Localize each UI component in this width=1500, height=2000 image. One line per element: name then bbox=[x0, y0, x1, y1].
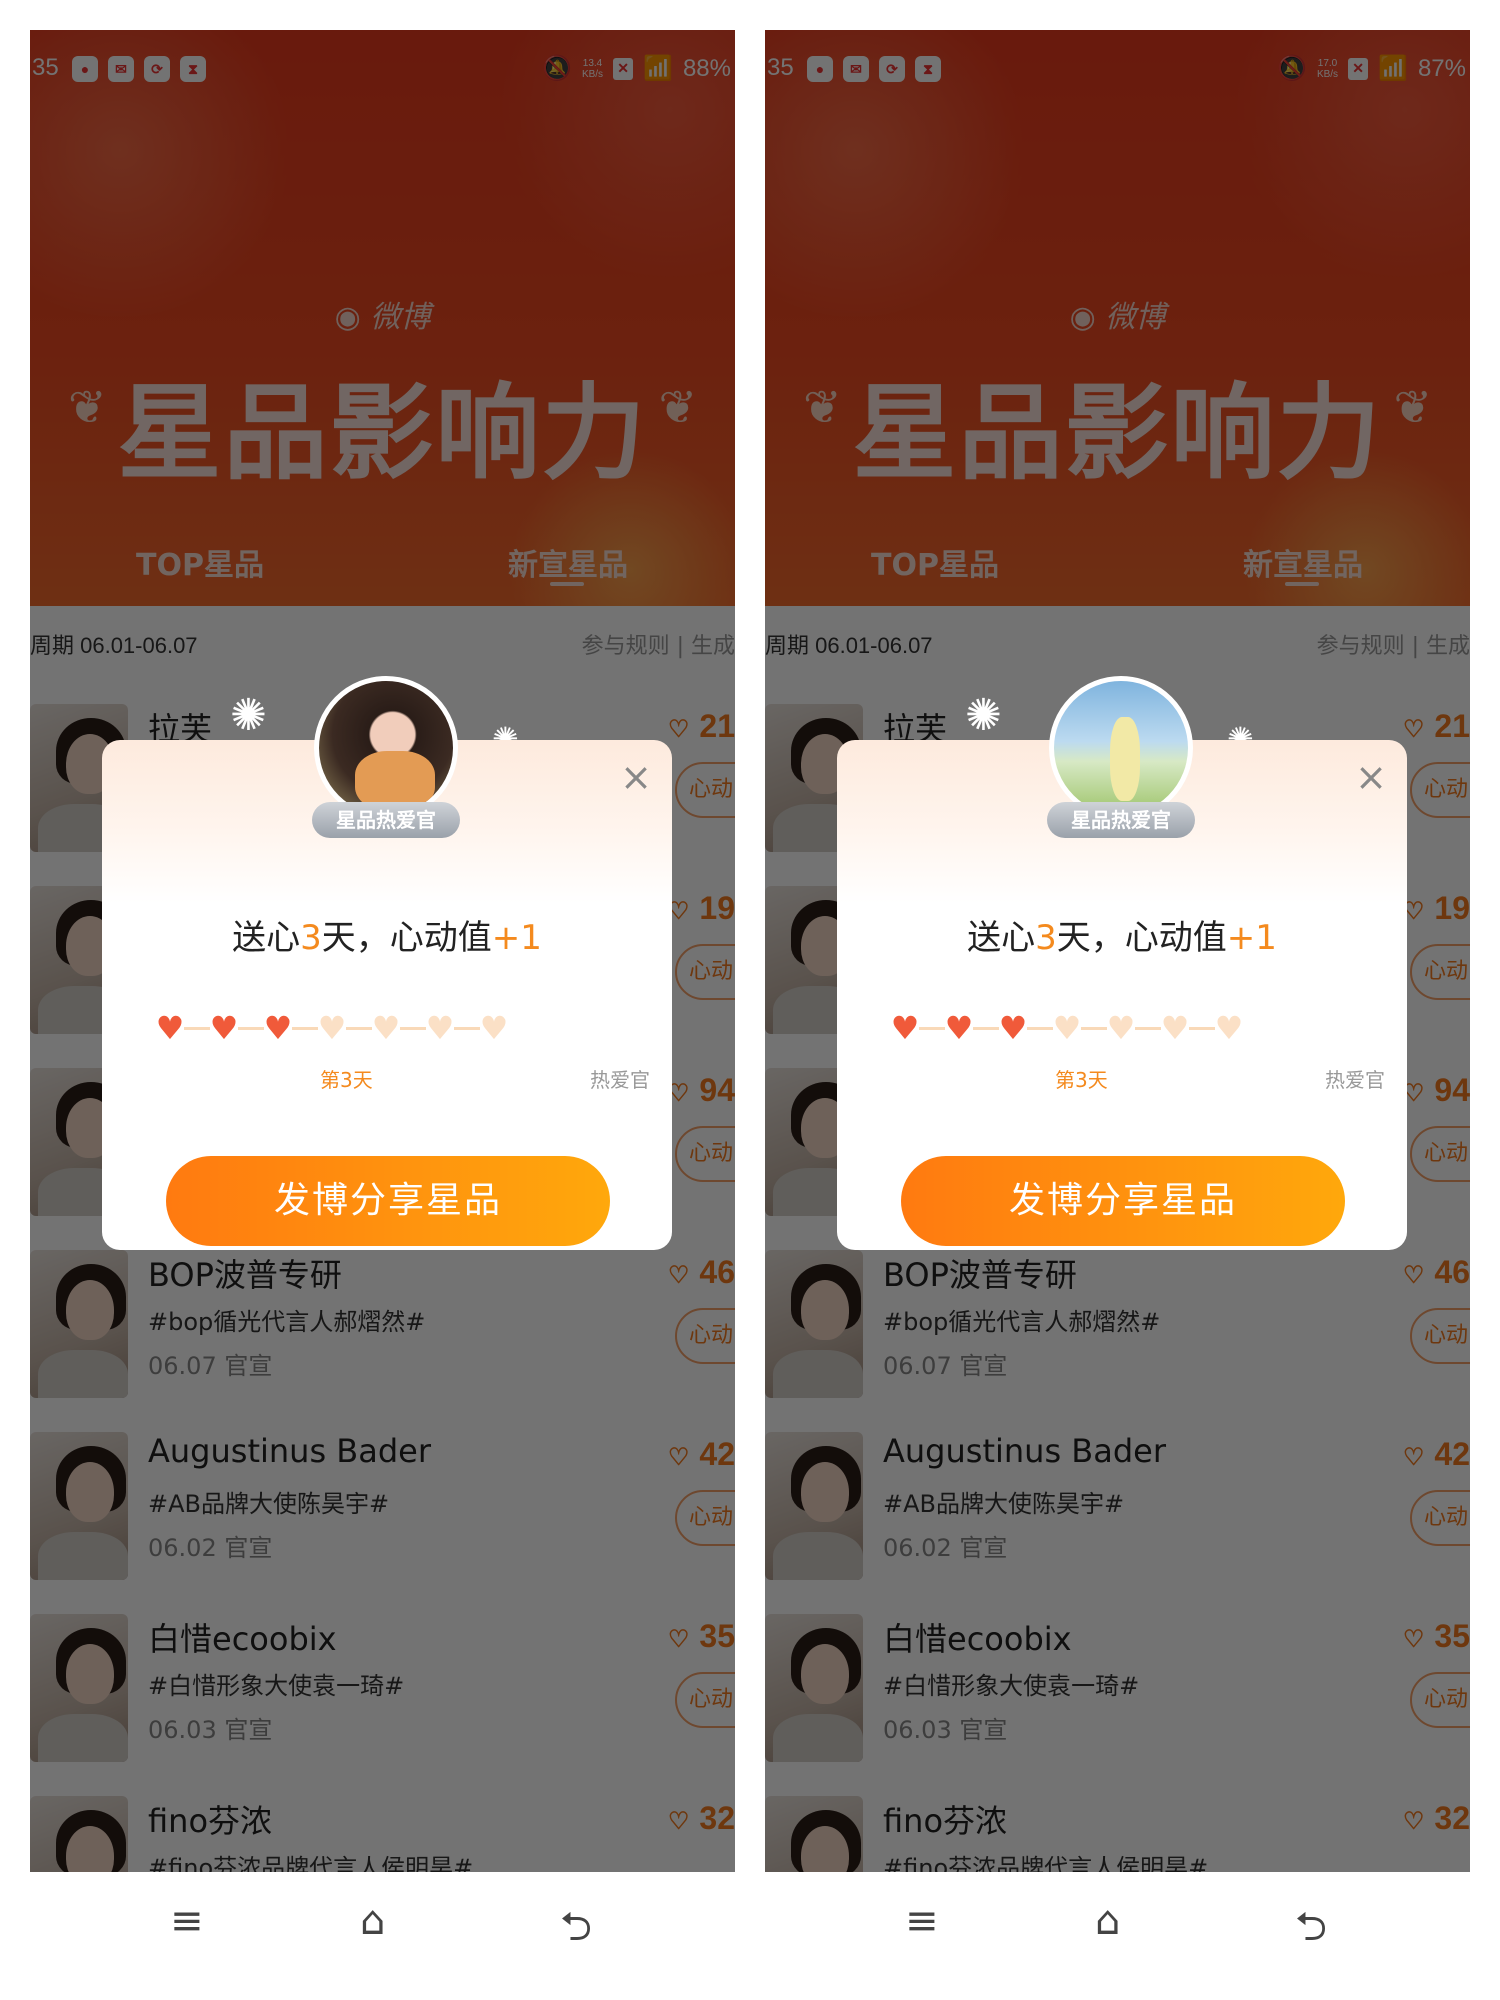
heart-icon: ♥ bbox=[998, 1009, 1028, 1047]
progress-day-label: 第3天 bbox=[320, 1068, 373, 1092]
headline-days: 3 bbox=[1035, 918, 1057, 958]
modal-headline: 送心3天，心动值+1 bbox=[837, 910, 1407, 959]
app-screen: 35 ● ✉ ⟳ ⧗ 🔕 17.0 KB/s ✕ 📶 87% ◉ 微博 ❦ 星品… bbox=[765, 30, 1470, 1872]
close-icon[interactable]: × bbox=[1355, 758, 1387, 796]
headline-middle: 天，心动值 bbox=[1056, 918, 1227, 958]
home-icon[interactable]: ⌂ bbox=[360, 1898, 385, 1944]
modal-headline: 送心3天，心动值+1 bbox=[102, 910, 672, 959]
headline-middle: 天，心动值 bbox=[321, 918, 492, 958]
app-screen: 35 ● ✉ ⟳ ⧗ 🔕 13.4 KB/s ✕ 📶 88% ◉ 微博 ❦ 星品… bbox=[30, 30, 735, 1872]
status-badge: 星品热爱官 bbox=[312, 802, 460, 838]
heart-icon: ♥ bbox=[209, 1009, 239, 1047]
headline-bonus: +1 bbox=[1226, 918, 1277, 958]
progress-end-label: 热爱官 bbox=[1325, 1068, 1385, 1092]
close-icon[interactable]: × bbox=[620, 758, 652, 796]
progress-end-label: 热爱官 bbox=[590, 1068, 650, 1092]
avatar bbox=[1049, 676, 1193, 820]
screenshot-panel-left: 35 ● ✉ ⟳ ⧗ 🔕 13.4 KB/s ✕ 📶 88% ◉ 微博 ❦ 星品… bbox=[30, 30, 735, 1990]
sparkle-icon: ✺ bbox=[230, 690, 267, 741]
share-post-button[interactable]: 发博分享星品 bbox=[166, 1156, 610, 1246]
sparkle-icon: ✺ bbox=[965, 690, 1002, 741]
streak-progress: ♥ ♥ ♥ ♥ ♥ ♥ ♥ bbox=[152, 1010, 642, 1050]
headline-days: 3 bbox=[300, 918, 322, 958]
heart-icon: ♥ bbox=[263, 1009, 293, 1047]
heart-icon: ♥ bbox=[371, 1009, 401, 1047]
home-icon[interactable]: ⌂ bbox=[1095, 1898, 1120, 1944]
heart-icon: ♥ bbox=[479, 1009, 509, 1047]
avatar bbox=[314, 676, 458, 820]
headline-bonus: +1 bbox=[491, 918, 542, 958]
headline-prefix: 送心 bbox=[232, 918, 301, 958]
share-post-button[interactable]: 发博分享星品 bbox=[901, 1156, 1345, 1246]
menu-icon[interactable]: ≡ bbox=[170, 1898, 204, 1944]
system-nav-bar: ≡ ⌂ ⮌ bbox=[765, 1872, 1470, 1990]
heart-icon: ♥ bbox=[1106, 1009, 1136, 1047]
heart-icon: ♥ bbox=[425, 1009, 455, 1047]
screenshot-panel-right: 35 ● ✉ ⟳ ⧗ 🔕 17.0 KB/s ✕ 📶 87% ◉ 微博 ❦ 星品… bbox=[765, 30, 1470, 1990]
back-icon[interactable]: ⮌ bbox=[560, 1898, 592, 1966]
heart-icon: ♥ bbox=[1052, 1009, 1082, 1047]
heart-icon: ♥ bbox=[890, 1009, 920, 1047]
streak-progress: ♥ ♥ ♥ ♥ ♥ ♥ ♥ bbox=[887, 1010, 1377, 1050]
back-icon[interactable]: ⮌ bbox=[1295, 1898, 1327, 1966]
progress-day-label: 第3天 bbox=[1055, 1068, 1108, 1092]
heart-icon: ♥ bbox=[1160, 1009, 1190, 1047]
heart-icon: ♥ bbox=[155, 1009, 185, 1047]
status-badge: 星品热爱官 bbox=[1047, 802, 1195, 838]
avatar-image bbox=[1110, 717, 1140, 801]
system-nav-bar: ≡ ⌂ ⮌ bbox=[30, 1872, 735, 1990]
menu-icon[interactable]: ≡ bbox=[905, 1898, 939, 1944]
headline-prefix: 送心 bbox=[967, 918, 1036, 958]
heart-icon: ♥ bbox=[944, 1009, 974, 1047]
heart-icon: ♥ bbox=[317, 1009, 347, 1047]
heart-icon: ♥ bbox=[1214, 1009, 1244, 1047]
